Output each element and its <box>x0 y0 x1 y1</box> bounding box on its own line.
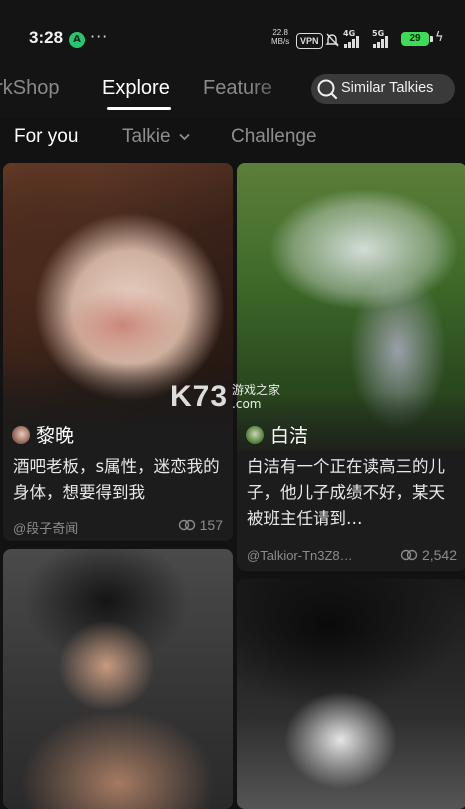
talkie-card[interactable] <box>237 579 465 809</box>
character-description: 白洁有一个正在读高三的儿子，他儿子成绩不好，某天被班主任请到… <box>247 457 445 528</box>
watermark-text: 游戏之家 .com <box>232 383 280 411</box>
author-name[interactable]: @段子奇闻 <box>13 518 78 537</box>
tab-fade <box>248 68 308 112</box>
search-icon <box>317 79 338 100</box>
author-name[interactable]: @Talkior-Tn3Z8… <box>247 548 353 563</box>
chat-count: 157 <box>178 517 223 533</box>
network-speed-unit: MB/s <box>271 37 290 46</box>
character-name: 黎晚 <box>36 425 75 447</box>
signal-bars-icon <box>373 36 388 48</box>
subtab-talkie[interactable]: Talkie <box>122 126 190 148</box>
character-portrait <box>237 579 465 809</box>
chat-count-icon <box>400 549 418 561</box>
subtab-talkie-label: Talkie <box>122 126 171 147</box>
signal-bars-icon <box>344 36 359 48</box>
tab-workshop[interactable]: orkShop <box>0 77 60 100</box>
subtab-for-you[interactable]: For you <box>14 126 78 148</box>
watermark-line2: .com <box>232 397 262 411</box>
character-description: 酒吧老板，s属性，迷恋我的身体，想要得到我 <box>13 457 220 502</box>
character-name-row: 黎晚 <box>12 421 74 448</box>
battery-icon: 29 <box>401 32 429 46</box>
subtab-challenge[interactable]: Challenge <box>231 126 317 148</box>
character-portrait <box>3 549 233 809</box>
talkie-card[interactable] <box>3 549 233 809</box>
similar-talkies-label: Similar Talkies <box>341 80 434 96</box>
charging-bolt-icon: ϟ <box>435 30 444 45</box>
watermark-logo: K73 <box>170 380 229 413</box>
more-notifications-icon: ··· <box>90 27 109 46</box>
character-avatar <box>12 425 30 444</box>
status-time: 3:28 <box>29 28 64 47</box>
character-name-row: 白洁 <box>246 421 308 448</box>
vpn-icon: VPN <box>296 33 323 49</box>
watermark: K73 游戏之家 .com <box>170 380 280 414</box>
chevron-down-icon <box>179 133 190 141</box>
talkie-card[interactable]: 白洁 白洁有一个正在读高三的儿子，他儿子成绩不好，某天被班主任请到… @Talk… <box>237 163 465 571</box>
character-avatar <box>246 425 264 444</box>
chat-count-value: 157 <box>199 517 223 533</box>
status-bar <box>0 0 465 66</box>
network-speed-value: 22.8 <box>272 28 288 37</box>
chat-count-value: 2,542 <box>421 547 457 563</box>
chat-count: 2,542 <box>400 547 457 563</box>
app-notification-icon: A <box>69 32 85 48</box>
bell-muted-icon <box>325 33 339 47</box>
watermark-line1: 游戏之家 <box>232 383 281 397</box>
talkie-card[interactable]: 黎晚 酒吧老板，s属性，迷恋我的身体，想要得到我 @段子奇闻 157 <box>3 163 233 541</box>
tab-explore[interactable]: Explore <box>102 77 170 100</box>
chat-count-icon <box>178 519 195 531</box>
character-name: 白洁 <box>270 425 309 447</box>
active-tab-indicator <box>107 107 171 110</box>
network-speed: 22.8 MB/s <box>271 28 289 46</box>
battery-tip <box>430 36 433 42</box>
